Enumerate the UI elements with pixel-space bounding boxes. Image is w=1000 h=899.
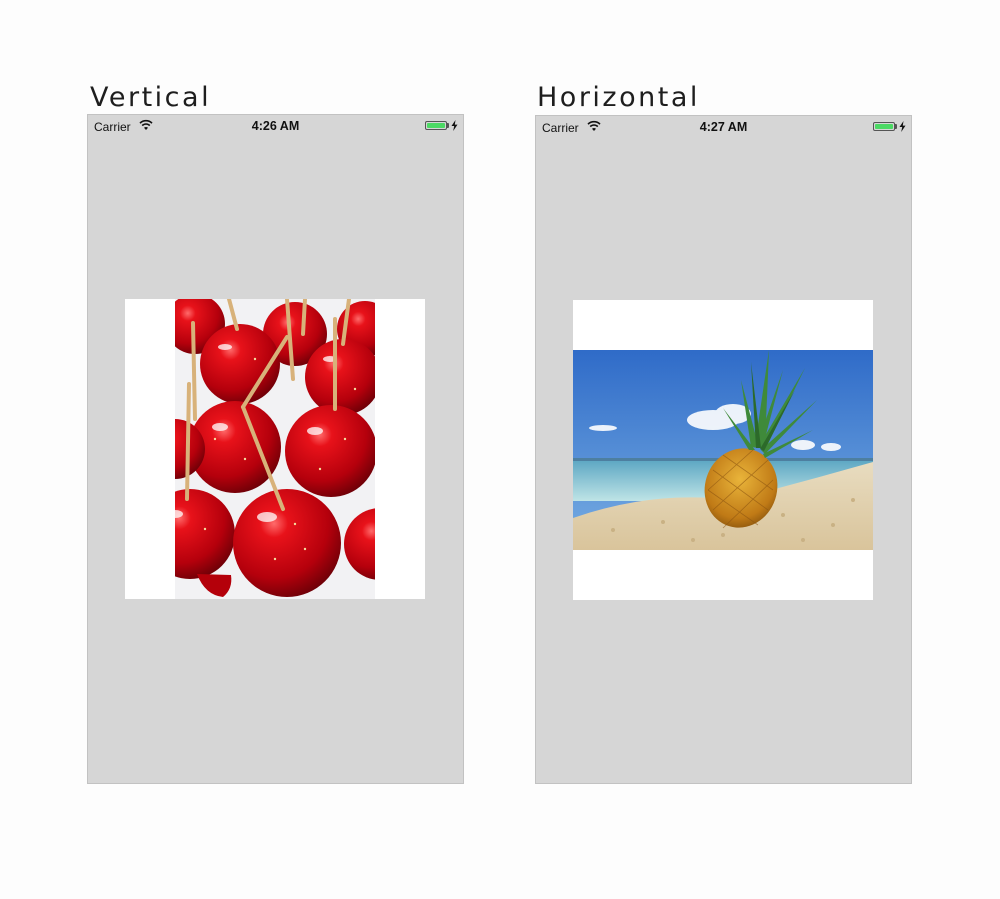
battery-icon xyxy=(873,122,895,131)
vertical-phone-screen: Carrier 4:26 AM xyxy=(88,115,463,783)
status-bar: Carrier 4:26 AM xyxy=(88,115,463,137)
battery-tip xyxy=(895,124,897,129)
pineapple-beach-image xyxy=(573,350,873,550)
charging-bolt-icon xyxy=(899,121,906,132)
image-frame xyxy=(125,299,425,599)
horizontal-phone-screen: Carrier 4:27 AM xyxy=(536,116,911,783)
image-frame xyxy=(573,300,873,600)
status-time: 4:27 AM xyxy=(699,120,748,134)
horizontal-heading: Horizontal xyxy=(537,82,700,113)
candy-apples-image xyxy=(175,299,375,599)
vertical-heading: Vertical xyxy=(90,82,212,113)
charging-bolt-icon xyxy=(451,120,458,131)
status-bar: Carrier 4:27 AM xyxy=(536,116,911,138)
status-time: 4:26 AM xyxy=(251,119,300,133)
battery-tip xyxy=(447,123,449,128)
battery-icon xyxy=(425,121,447,130)
